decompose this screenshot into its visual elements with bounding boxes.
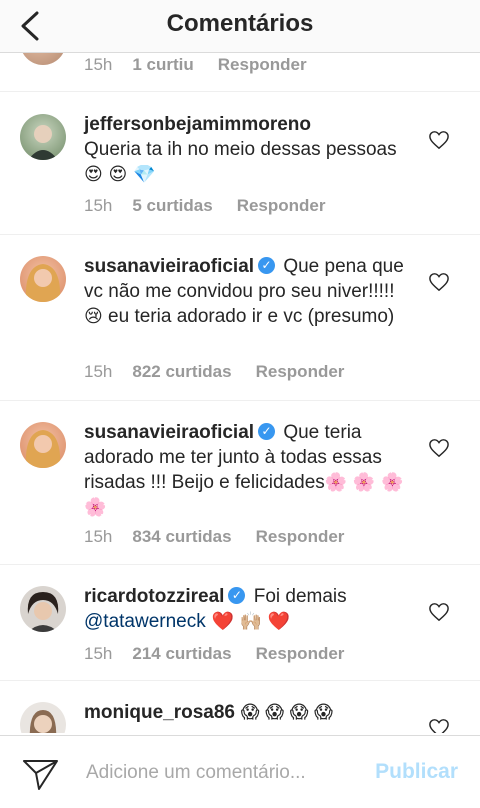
mention-link[interactable]: @tatawerneck bbox=[84, 611, 206, 632]
comment-text: jeffersonbejamimmoreno Queria ta ih no m… bbox=[84, 112, 404, 187]
heart-outline-icon[interactable] bbox=[428, 718, 450, 733]
emoji: 😢 bbox=[84, 306, 103, 327]
comment-username[interactable]: monique_rosa86 bbox=[84, 702, 235, 723]
verified-badge-icon: ✓ bbox=[258, 256, 276, 274]
comment-time: 15h bbox=[84, 527, 113, 546]
heart-outline-icon[interactable] bbox=[428, 602, 450, 622]
comment-item: susanavieiraoficial ✓ Que teria adorado m… bbox=[0, 400, 480, 565]
comment-time: 15h bbox=[84, 55, 113, 74]
verified-badge-icon: ✓ bbox=[228, 586, 246, 604]
comment-item-partial: 15h 1 curtiu Responder bbox=[0, 53, 480, 92]
comment-time: 15h bbox=[84, 644, 113, 663]
reply-button[interactable]: Responder bbox=[256, 362, 345, 381]
avatar-photo bbox=[25, 264, 61, 302]
reply-button[interactable]: Responder bbox=[237, 196, 326, 215]
comment-likes[interactable]: 5 curtidas bbox=[132, 196, 212, 215]
comment-body: Queria ta ih no meio dessas pessoas bbox=[84, 139, 397, 160]
comment-meta: 15h 214 curtidas Responder bbox=[84, 644, 368, 664]
comment-text: ricardotozzireal ✓ Foi demais @tatawernec… bbox=[84, 584, 404, 634]
avatar-photo bbox=[28, 125, 58, 160]
avatar-photo bbox=[27, 592, 59, 632]
publish-button[interactable]: Publicar bbox=[375, 760, 458, 784]
comment-text: monique_rosa86 😱 😱 😱 😱 bbox=[84, 700, 404, 725]
comment-item: susanavieiraoficial ✓ Que pena que vc não… bbox=[0, 234, 480, 401]
comment-body: Foi demais bbox=[253, 586, 347, 607]
avatar[interactable] bbox=[20, 702, 66, 733]
paper-plane-icon[interactable] bbox=[22, 758, 60, 792]
heart-outline-icon[interactable] bbox=[428, 272, 450, 292]
heart-outline-icon[interactable] bbox=[428, 438, 450, 458]
comment-username[interactable]: ricardotozzireal bbox=[84, 586, 224, 607]
comment-likes[interactable]: 822 curtidas bbox=[132, 362, 231, 381]
comment-likes[interactable]: 214 curtidas bbox=[132, 644, 231, 663]
emoji-sequence: 😍 😍 💎 bbox=[84, 164, 156, 185]
avatar[interactable] bbox=[20, 586, 66, 632]
comment-meta: 15h 822 curtidas Responder bbox=[84, 362, 368, 382]
avatar-photo bbox=[29, 710, 57, 733]
avatar[interactable] bbox=[20, 114, 66, 160]
comment-meta: 15h 834 curtidas Responder bbox=[84, 527, 368, 547]
reply-button[interactable]: Responder bbox=[218, 55, 307, 74]
reply-button[interactable]: Responder bbox=[256, 644, 345, 663]
comment-time: 15h bbox=[84, 196, 113, 215]
comment-item: monique_rosa86 😱 😱 😱 😱 bbox=[0, 680, 480, 733]
comment-likes[interactable]: 1 curtiu bbox=[132, 55, 193, 74]
page-title: Comentários bbox=[166, 10, 314, 37]
avatar[interactable] bbox=[20, 256, 66, 302]
comment-username[interactable]: susanavieiraoficial bbox=[84, 256, 254, 277]
avatar[interactable] bbox=[20, 53, 66, 65]
comment-time: 15h bbox=[84, 362, 113, 381]
comment-text: susanavieiraoficial ✓ Que teria adorado m… bbox=[84, 420, 404, 520]
comment-username[interactable]: susanavieiraoficial bbox=[84, 422, 254, 443]
comment-item: ricardotozzireal ✓ Foi demais @tatawernec… bbox=[0, 564, 480, 681]
comment-text: susanavieiraoficial ✓ Que pena que vc não… bbox=[84, 254, 404, 329]
reply-button[interactable]: Responder bbox=[256, 527, 345, 546]
comment-input[interactable]: Adicione um comentário... bbox=[86, 762, 306, 784]
comment-meta: 15h 1 curtiu Responder bbox=[84, 55, 331, 75]
avatar[interactable] bbox=[20, 422, 66, 468]
emoji-sequence: ❤️ 🙌🏼 ❤️ bbox=[205, 611, 291, 632]
heart-outline-icon[interactable] bbox=[428, 130, 450, 150]
comment-item: jeffersonbejamimmoreno Queria ta ih no m… bbox=[0, 92, 480, 235]
avatar-photo bbox=[25, 430, 61, 468]
comments-list[interactable]: 15h 1 curtiu Responder jeffersonbejamimmor… bbox=[0, 53, 480, 733]
comment-body-continued: eu teria adorado ir e vc (presumo) bbox=[102, 306, 395, 327]
comment-likes[interactable]: 834 curtidas bbox=[132, 527, 231, 546]
header-bar: Comentários bbox=[0, 0, 480, 53]
comment-meta: 15h 5 curtidas Responder bbox=[84, 196, 349, 216]
comment-composer: Adicione um comentário... Publicar bbox=[0, 735, 480, 808]
comment-username[interactable]: jeffersonbejamimmoreno bbox=[84, 114, 311, 135]
emoji-sequence: 😱 😱 😱 😱 bbox=[235, 702, 333, 723]
verified-badge-icon: ✓ bbox=[258, 422, 276, 440]
